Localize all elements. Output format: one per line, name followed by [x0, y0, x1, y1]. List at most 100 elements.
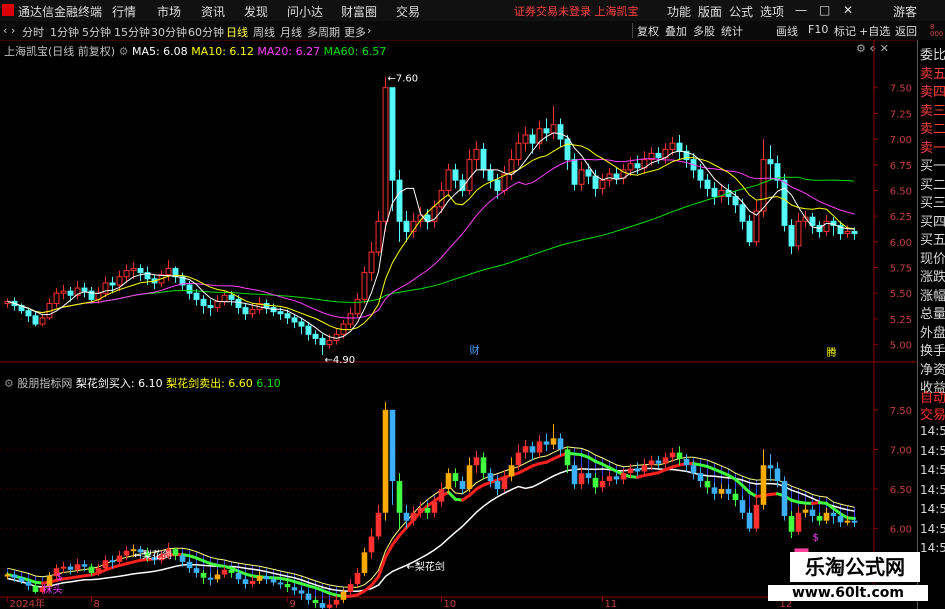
ma5-line [7, 132, 855, 339]
chevron-right-icon[interactable]: › [367, 24, 371, 37]
guest-label[interactable]: 游客 [893, 3, 917, 20]
login-notice[interactable]: 证券交易未登录 上海凯宝 [514, 3, 639, 19]
tab-30min[interactable]: 30分钟 [151, 24, 187, 40]
menu-item-gongshi[interactable]: 公式 [729, 3, 753, 20]
candle-body [739, 204, 746, 222]
candlestick-chart[interactable]: 7.50 7.25 7.00 6.75 6.50 6.25 6.00 5.75 5.50 5.25… [0, 40, 917, 609]
sub-candle-body [690, 465, 697, 474]
menu-item-jiaoyi[interactable]: 交易 [396, 3, 420, 20]
candle-body [214, 300, 221, 309]
quote-field-4: 卖二 [920, 122, 945, 137]
candle-body [571, 159, 578, 185]
sub-candle-body [809, 509, 816, 516]
menu-item-wenxiaoda[interactable]: 问小达 [287, 3, 323, 20]
tab-60min[interactable]: 60分钟 [188, 24, 224, 40]
candle-body [284, 313, 291, 319]
tab-more[interactable]: 更多 [344, 24, 366, 40]
candle-body [746, 220, 753, 243]
add-watchlist-button[interactable]: +自选 [859, 23, 890, 39]
sub-candle-body [186, 561, 193, 569]
candle-body [473, 148, 480, 161]
menu-item-shichang[interactable]: 市场 [157, 3, 181, 20]
candle-body [298, 321, 305, 327]
menu-item-faxian[interactable]: 发现 [244, 3, 268, 20]
candle-body [529, 134, 536, 144]
menu-item-xuanxiang[interactable]: 选项 [760, 3, 784, 20]
candle-body [781, 179, 788, 226]
back-button[interactable]: 返回 [895, 23, 917, 39]
sub-candle-body [424, 508, 431, 513]
trade-label[interactable]: 交易 [920, 404, 945, 423]
sub-candle-body [214, 574, 221, 580]
sub-candle-body [67, 566, 74, 570]
maximize-icon[interactable]: □ [819, 3, 830, 17]
candle-body [207, 305, 214, 309]
sub-candle-body [326, 604, 333, 608]
sub-candle-body [592, 477, 599, 488]
tab-1min[interactable]: 1分钟 [50, 24, 79, 40]
stats-button[interactable]: 统计 [721, 23, 743, 39]
quote-field-16: 换手 [920, 344, 945, 359]
tick-time: 14:56 [920, 541, 945, 555]
sub-candle-body [550, 438, 557, 445]
ma60-line [7, 176, 855, 314]
tab-monthly[interactable]: 月线 [280, 24, 302, 40]
candle-body [704, 179, 711, 189]
menu-item-gongneng[interactable]: 功能 [667, 3, 691, 20]
tab-5min[interactable]: 5分钟 [82, 24, 111, 40]
sub-candle-body [676, 452, 683, 459]
menu-item-caifuquan[interactable]: 财富圈 [341, 3, 377, 20]
candle-body [403, 220, 410, 233]
sub-candle-body [123, 550, 130, 556]
menu-item-zixun[interactable]: 资讯 [201, 3, 225, 20]
minimize-icon[interactable]: — [795, 3, 807, 17]
nav-left-icon[interactable]: ‹ [3, 24, 7, 37]
multi-stock-button[interactable]: 多股 [693, 23, 715, 39]
sub-candle-body [207, 577, 214, 580]
candle-body [578, 169, 585, 185]
menu-item-hangqing[interactable]: 行情 [112, 3, 136, 20]
candle-body [760, 159, 767, 212]
tab-daily[interactable]: 日线 [226, 24, 248, 40]
tab-weekly[interactable]: 周线 [253, 24, 275, 40]
mark-button[interactable]: 标记 [834, 23, 856, 39]
candle-body [165, 268, 172, 276]
sub-candle-body [347, 584, 354, 592]
tab-fenshi[interactable]: 分时 [22, 24, 44, 40]
overlay-button[interactable]: 叠加 [665, 23, 687, 39]
candle-body [655, 152, 662, 159]
candle-body [242, 307, 249, 315]
candle-body [676, 142, 683, 152]
quote-field-13: 涨幅 [920, 288, 945, 304]
sub-candle-body [284, 584, 291, 588]
nav-right-icon[interactable]: › [11, 24, 15, 37]
sub-candle-body [816, 515, 823, 521]
sub-candle-body [438, 489, 445, 502]
draw-line-button[interactable]: 画线 [776, 23, 798, 39]
sub-candle-body [655, 460, 662, 464]
close-icon[interactable]: ✕ [843, 3, 853, 17]
fuquan-button[interactable]: 复权 [637, 23, 659, 39]
candle-body [200, 298, 207, 307]
sub-candle-body [375, 512, 382, 537]
quote-field-10: 买五 [920, 233, 945, 248]
menu-item-banmian[interactable]: 版面 [698, 3, 722, 20]
candle-body [844, 231, 851, 235]
low-annotation: ←4.90 [325, 355, 356, 366]
menu-bar: 通达信金融终端 行情 市场 资讯 发现 问小达 财富圈 交易 证券交易未登录 上… [0, 0, 945, 22]
tab-multi-period[interactable]: 多周期 [307, 24, 340, 40]
sub-candle-body [830, 512, 837, 516]
sub-candle-body [445, 473, 452, 489]
quote-field-8: 买三 [920, 196, 945, 211]
candle-body [375, 220, 382, 253]
candle-body [361, 272, 368, 300]
tab-15min[interactable]: 15分钟 [114, 24, 150, 40]
sub-candle-body [298, 590, 305, 594]
f10-button[interactable]: F10 [808, 23, 828, 36]
sub-candle-body [487, 473, 494, 482]
sub-candle-body [585, 473, 592, 478]
price-tick-label: 6.25 [890, 212, 912, 223]
date-tick-label: 8 [94, 599, 100, 609]
trend-segment [846, 516, 856, 520]
sub-candle-body [683, 458, 690, 466]
